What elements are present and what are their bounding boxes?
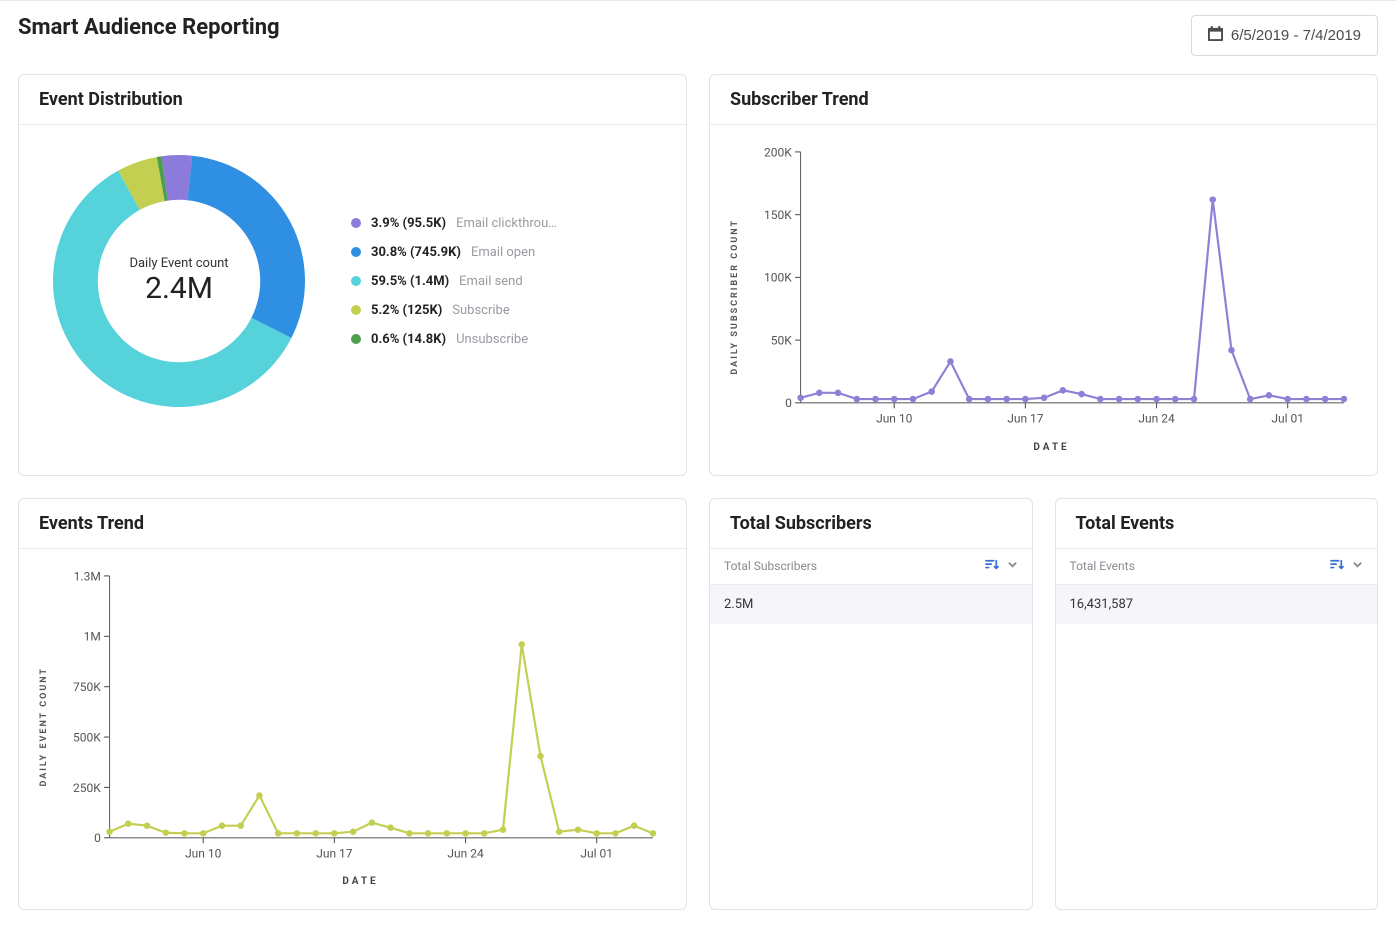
page-title: Smart Audience Reporting xyxy=(18,15,280,40)
legend-dot-icon xyxy=(351,247,361,257)
subscriber-y-axis-title: DAILY SUBSCRIBER COUNT xyxy=(730,141,740,453)
legend-label: Subscribe xyxy=(452,303,509,318)
legend-label: Email send xyxy=(459,274,523,289)
legend-item[interactable]: 59.5% (1.4M) Email send xyxy=(351,274,557,289)
svg-text:1M: 1M xyxy=(84,629,101,643)
svg-text:0: 0 xyxy=(785,396,792,410)
legend-dot-icon xyxy=(351,218,361,228)
legend-percent: 0.6% (14.8K) xyxy=(371,332,446,347)
svg-text:50K: 50K xyxy=(771,333,792,347)
legend-percent: 3.9% (95.5K) xyxy=(371,216,446,231)
events-trend-chart: 0 250K 500K 750K 1M 1.3M Jun 10 Jun 17 Jun 24 Jul… xyxy=(55,565,666,871)
events-trend-title: Events Trend xyxy=(39,513,666,534)
subscriber-x-axis-title: DATE xyxy=(746,442,1357,453)
legend-label: Unsubscribe xyxy=(456,332,528,347)
event-distribution-card: Event Distribution Daily Event count 2.4… xyxy=(18,74,687,476)
total-subscribers-title: Total Subscribers xyxy=(730,513,1012,534)
svg-text:1.3M: 1.3M xyxy=(74,569,101,583)
total-subscribers-value: 2.5M xyxy=(710,585,1032,624)
total-events-card: Total Events Total Events xyxy=(1055,498,1379,911)
calendar-icon xyxy=(1208,26,1223,45)
legend-dot-icon xyxy=(351,305,361,315)
subscriber-trend-card: Subscriber Trend DAILY SUBSCRIBER COUNT … xyxy=(709,74,1378,476)
legend-dot-icon xyxy=(351,334,361,344)
legend-percent: 30.8% (745.9K) xyxy=(371,245,461,260)
total-events-title: Total Events xyxy=(1076,513,1358,534)
legend-item[interactable]: 5.2% (125K) Subscribe xyxy=(351,303,557,318)
svg-text:Jun 17: Jun 17 xyxy=(316,846,353,860)
legend-label: Email open xyxy=(471,245,535,260)
donut-legend: 3.9% (95.5K) Email clickthrou… 30.8% (745… xyxy=(351,216,557,347)
svg-text:250K: 250K xyxy=(73,780,101,794)
subscriber-trend-title: Subscriber Trend xyxy=(730,89,1357,110)
total-events-value: 16,431,587 xyxy=(1056,585,1378,624)
sort-icon[interactable] xyxy=(1330,559,1344,574)
donut-center-label: Daily Event count xyxy=(129,256,228,271)
svg-text:Jun 24: Jun 24 xyxy=(1138,411,1175,425)
total-subscribers-card: Total Subscribers Total Subscribers xyxy=(709,498,1033,911)
date-range-button[interactable]: 6/5/2019 - 7/4/2019 xyxy=(1191,15,1378,56)
svg-text:150K: 150K xyxy=(764,208,792,222)
events-x-axis-title: DATE xyxy=(55,876,666,887)
event-distribution-title: Event Distribution xyxy=(39,89,666,110)
svg-text:Jun 24: Jun 24 xyxy=(447,846,484,860)
svg-text:Jul 01: Jul 01 xyxy=(1271,411,1304,425)
legend-label: Email clickthrou… xyxy=(456,216,557,231)
total-events-column: Total Events xyxy=(1070,559,1135,573)
donut-chart: Daily Event count 2.4M xyxy=(39,141,319,421)
events-y-axis-title: DAILY EVENT COUNT xyxy=(39,565,49,888)
total-subscribers-column: Total Subscribers xyxy=(724,559,817,573)
legend-item[interactable]: 3.9% (95.5K) Email clickthrou… xyxy=(351,216,557,231)
svg-text:750K: 750K xyxy=(73,680,101,694)
donut-center-value: 2.4M xyxy=(145,271,213,306)
legend-percent: 59.5% (1.4M) xyxy=(371,274,449,289)
chevron-down-icon[interactable] xyxy=(1007,559,1018,573)
legend-item[interactable]: 0.6% (14.8K) Unsubscribe xyxy=(351,332,557,347)
svg-text:Jul 01: Jul 01 xyxy=(580,846,613,860)
svg-text:0: 0 xyxy=(94,831,101,845)
sort-icon[interactable] xyxy=(985,559,999,574)
date-range-label: 6/5/2019 - 7/4/2019 xyxy=(1231,27,1361,44)
legend-percent: 5.2% (125K) xyxy=(371,303,442,318)
legend-item[interactable]: 30.8% (745.9K) Email open xyxy=(351,245,557,260)
svg-text:Jun 17: Jun 17 xyxy=(1007,411,1044,425)
legend-dot-icon xyxy=(351,276,361,286)
subscriber-trend-chart: 0 50K 100K 150K 200K Jun 10 Jun 17 Jun 24 Jul 01 xyxy=(746,141,1357,436)
svg-text:Jun 10: Jun 10 xyxy=(876,411,913,425)
chevron-down-icon[interactable] xyxy=(1352,559,1363,573)
svg-text:100K: 100K xyxy=(764,271,792,285)
events-trend-card: Events Trend DAILY EVENT COUNT 0 250K 500K… xyxy=(18,498,687,911)
svg-text:Jun 10: Jun 10 xyxy=(185,846,222,860)
svg-text:500K: 500K xyxy=(73,730,101,744)
svg-text:200K: 200K xyxy=(764,145,792,159)
